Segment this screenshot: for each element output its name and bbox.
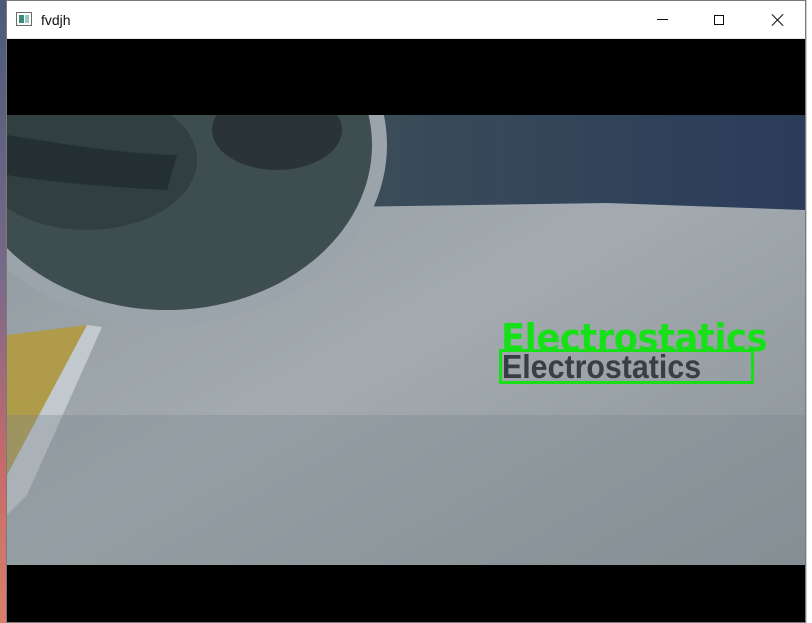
- minimize-button[interactable]: [639, 1, 685, 38]
- camera-frame: Electrostatics Electrostatics: [7, 115, 805, 565]
- background-window-edge: [806, 0, 812, 623]
- maximize-button[interactable]: [696, 1, 742, 38]
- close-button[interactable]: [755, 1, 801, 38]
- close-icon: [772, 14, 784, 26]
- app-window-icon: [16, 12, 32, 26]
- maximize-icon: [714, 14, 724, 25]
- camera-viewport: Electrostatics Electrostatics: [7, 39, 805, 622]
- app-window: fvdjh Electrostatics Electrostatics: [6, 0, 806, 623]
- title-bar[interactable]: fvdjh: [7, 1, 805, 39]
- detection-label: Electrostatics: [501, 316, 768, 360]
- minimize-icon: [656, 19, 668, 20]
- window-title: fvdjh: [41, 12, 71, 28]
